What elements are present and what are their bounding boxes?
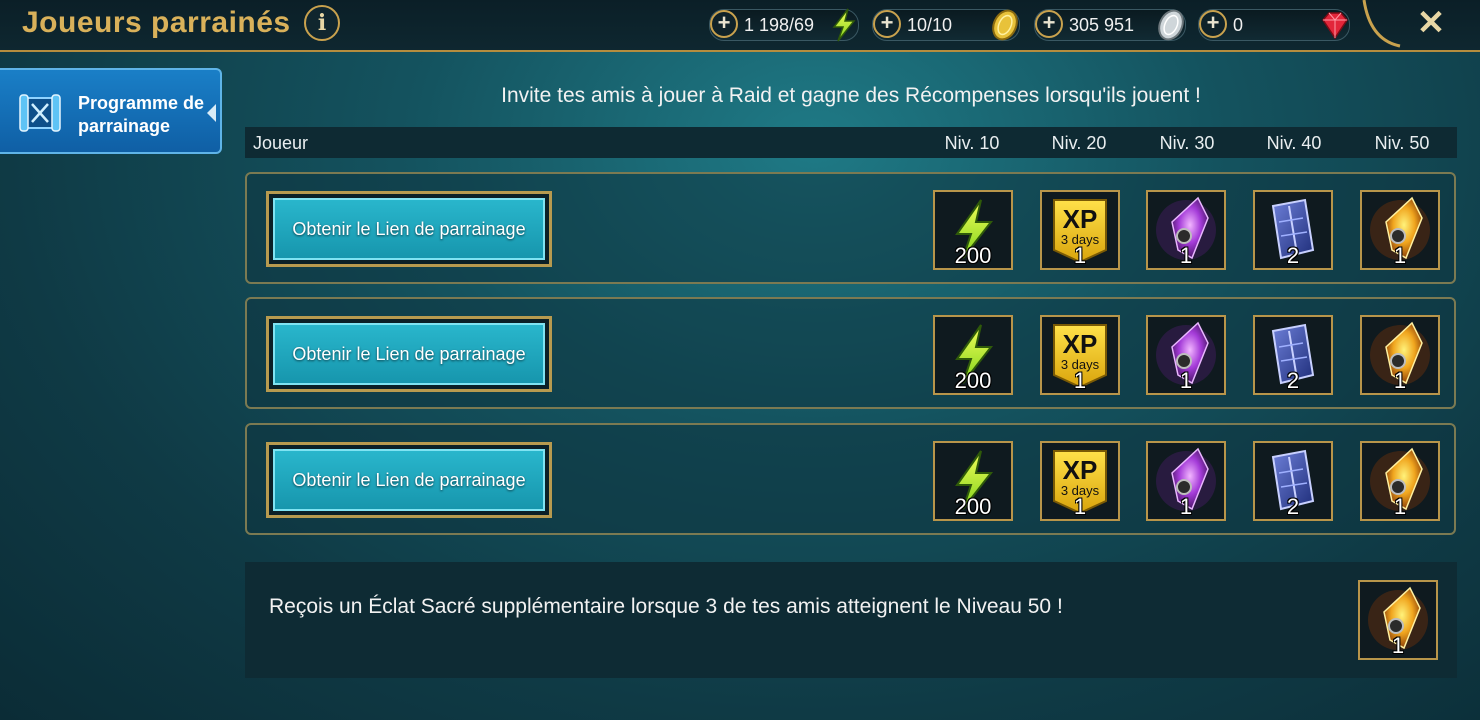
info-icon[interactable]: i xyxy=(304,5,340,41)
reward-energy[interactable]: 200 xyxy=(933,190,1013,270)
referral-row: Obtenir le Lien de parrainage 200 XP 3 d… xyxy=(245,297,1456,409)
reward-quantity: 1 xyxy=(1179,243,1193,268)
reward-quantity: 1 xyxy=(1393,243,1407,268)
reward-quantity: 2 xyxy=(1286,243,1300,268)
referral-row: Obtenir le Lien de parrainage 200 XP 3 d… xyxy=(245,172,1456,284)
reward-quantity: 200 xyxy=(954,494,992,519)
sidebar-item-programme-parrainage[interactable]: Programme de parrainage xyxy=(0,68,222,154)
resource-gems: + 0 xyxy=(1198,9,1350,41)
reward-quantity: 1 xyxy=(1073,494,1087,519)
add-arena-token-button[interactable]: + xyxy=(873,10,901,38)
reward-quantity: 2 xyxy=(1286,368,1300,393)
resource-arena-token: + 10/10 xyxy=(872,9,1020,41)
reward-sacred-shard[interactable]: 1 xyxy=(1360,315,1440,395)
reward-quantity: 1 xyxy=(1073,368,1087,393)
energy-bolt-icon xyxy=(832,8,856,42)
xp-label: XP xyxy=(1063,204,1098,234)
get-referral-link-label: Obtenir le Lien de parrainage xyxy=(273,198,545,260)
silver-value: 305 951 xyxy=(1069,15,1135,35)
get-referral-link-button[interactable]: Obtenir le Lien de parrainage xyxy=(266,316,552,392)
get-referral-link-label: Obtenir le Lien de parrainage xyxy=(273,323,545,385)
top-bar: Joueurs parrainés i + 1 198/69 + 10/10 +… xyxy=(0,0,1480,52)
reward-quantity: 1 xyxy=(1391,633,1405,658)
sidebar-item-label: Programme de parrainage xyxy=(78,93,205,136)
bonus-text: Reçois un Éclat Sacré supplémentaire lor… xyxy=(269,595,1063,618)
gold-coin-icon xyxy=(992,9,1018,41)
reward-tome[interactable]: 2 xyxy=(1253,190,1333,270)
corner-ornament xyxy=(1362,0,1401,48)
silver-coin-icon xyxy=(1158,9,1184,41)
reward-void-shard[interactable]: 1 xyxy=(1146,441,1226,521)
column-header-level-30: Niv. 30 xyxy=(1159,133,1215,153)
reward-sacred-shard[interactable]: 1 xyxy=(1358,580,1438,660)
add-energy-button[interactable]: + xyxy=(710,10,738,38)
xp-label: XP xyxy=(1063,329,1098,359)
reward-void-shard[interactable]: 1 xyxy=(1146,190,1226,270)
reward-void-shard[interactable]: 1 xyxy=(1146,315,1226,395)
reward-energy[interactable]: 200 xyxy=(933,441,1013,521)
get-referral-link-button[interactable]: Obtenir le Lien de parrainage xyxy=(266,191,552,267)
energy-value: 1 198/69 xyxy=(744,15,815,35)
reward-quantity: 1 xyxy=(1179,368,1193,393)
active-tab-indicator xyxy=(207,104,216,122)
page-title: Joueurs parrainés xyxy=(22,6,291,39)
reward-quantity: 200 xyxy=(954,243,992,268)
add-gems-button[interactable]: + xyxy=(1199,10,1227,38)
arena-token-value: 10/10 xyxy=(907,15,953,35)
xp-label: XP xyxy=(1063,455,1098,485)
reward-quantity: 1 xyxy=(1393,494,1407,519)
reward-xp-boost[interactable]: XP 3 days 1 xyxy=(1040,315,1120,395)
reward-quantity: 1 xyxy=(1073,243,1087,268)
add-silver-button[interactable]: + xyxy=(1035,10,1063,38)
column-header-level-40: Niv. 40 xyxy=(1266,133,1322,153)
resource-energy: + 1 198/69 xyxy=(709,8,859,42)
get-referral-link-button[interactable]: Obtenir le Lien de parrainage xyxy=(266,442,552,518)
reward-tome[interactable]: 2 xyxy=(1253,441,1333,521)
column-header-level-50: Niv. 50 xyxy=(1374,133,1430,153)
reward-xp-boost[interactable]: XP 3 days 1 xyxy=(1040,441,1120,521)
resource-silver: + 305 951 xyxy=(1034,9,1186,41)
reward-sacred-shard[interactable]: 1 xyxy=(1360,441,1440,521)
get-referral-link-label: Obtenir le Lien de parrainage xyxy=(273,449,545,511)
reward-tome[interactable]: 2 xyxy=(1253,315,1333,395)
gems-value: 0 xyxy=(1233,15,1244,35)
close-icon[interactable]: ✕ xyxy=(1413,5,1449,41)
reward-quantity: 1 xyxy=(1393,368,1407,393)
reward-sacred-shard[interactable]: 1 xyxy=(1360,190,1440,270)
ruby-gem-icon xyxy=(1322,12,1348,40)
column-header-level-10: Niv. 10 xyxy=(944,133,1000,153)
referral-row: Obtenir le Lien de parrainage 200 XP 3 d… xyxy=(245,423,1456,535)
reward-xp-boost[interactable]: XP 3 days 1 xyxy=(1040,190,1120,270)
reward-quantity: 1 xyxy=(1179,494,1193,519)
reward-energy[interactable]: 200 xyxy=(933,315,1013,395)
table-header: Joueur Niv. 10 Niv. 20 Niv. 30 Niv. 40 N… xyxy=(245,127,1457,158)
reward-quantity: 2 xyxy=(1286,494,1300,519)
bonus-panel: Reçois un Éclat Sacré supplémentaire lor… xyxy=(245,562,1457,678)
column-header-player: Joueur xyxy=(253,133,309,153)
reward-quantity: 200 xyxy=(954,368,992,393)
column-header-level-20: Niv. 20 xyxy=(1051,133,1107,153)
scroll-icon xyxy=(19,94,61,132)
invite-headline: Invite tes amis à jouer à Raid et gagne … xyxy=(501,84,1201,107)
